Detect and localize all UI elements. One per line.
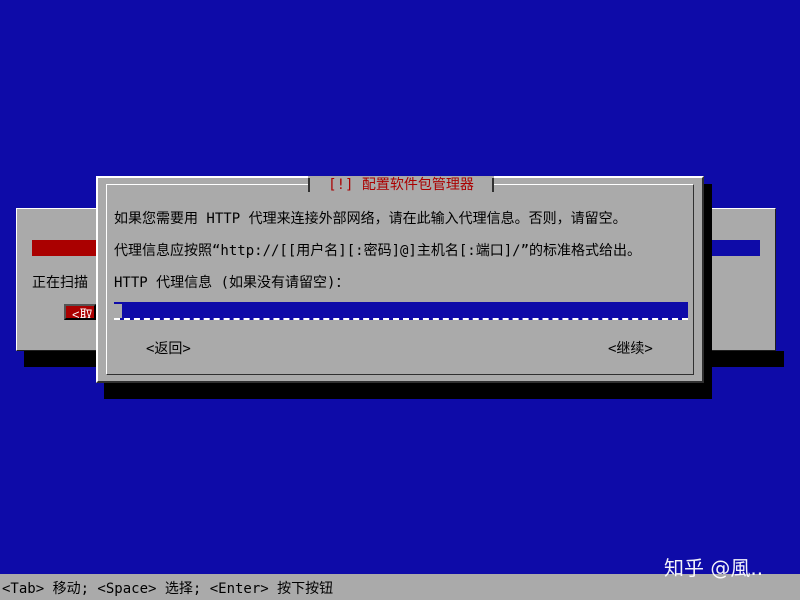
background-progress-bar <box>32 240 96 256</box>
dialog-title: [!] 配置软件包管理器 <box>308 176 494 194</box>
dialog-shadow-side <box>704 184 712 399</box>
configure-package-manager-dialog: [!] 配置软件包管理器 如果您需要用 HTTP 代理来连接外部网络，请在此输入… <box>96 176 704 383</box>
dialog-shadow <box>104 383 712 399</box>
dialog-description-line-1: 如果您需要用 HTTP 代理来连接外部网络，请在此输入代理信息。否则，请留空。 <box>114 211 627 227</box>
keyboard-help-text: <Tab> 移动; <Space> 选择; <Enter> 按下按钮 <box>2 581 334 597</box>
background-cancel-button[interactable]: <取 <box>64 304 96 320</box>
http-proxy-input[interactable] <box>114 302 688 320</box>
input-cursor <box>114 304 122 318</box>
proxy-input-label: HTTP 代理信息 (如果没有请留空)： <box>114 275 350 291</box>
background-status-text: 正在扫描 <box>32 275 88 291</box>
continue-button[interactable]: <继续> <box>608 338 653 358</box>
back-button[interactable]: <返回> <box>146 338 191 358</box>
watermark-text: 知乎 @風.. <box>664 556 764 580</box>
background-progress-track <box>704 240 760 256</box>
dialog-description-line-2: 代理信息应按照“http://[[用户名][:密码]@]主机名[:端口]/”的标… <box>114 243 642 259</box>
